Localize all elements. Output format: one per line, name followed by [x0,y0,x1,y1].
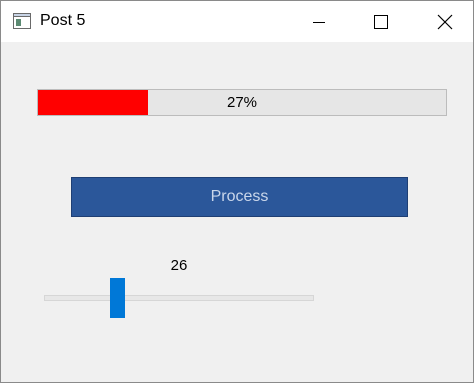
close-icon [437,14,453,30]
slider-thumb[interactable] [110,278,125,318]
slider-track[interactable] [44,295,314,301]
window-title: Post 5 [40,12,86,29]
close-button[interactable] [422,1,468,42]
title-bar[interactable]: Post 5 [1,1,473,42]
maximize-icon [374,15,388,29]
process-button[interactable]: Process [71,177,408,217]
minimize-icon [313,22,325,23]
app-window: Post 5 27% Process 26 [0,0,474,383]
progress-bar: 27% [37,89,447,116]
app-window-icon [13,13,31,29]
slider-value-label: 26 [170,257,188,274]
progress-text: 27% [226,94,258,111]
value-slider[interactable] [44,278,314,318]
maximize-button[interactable] [358,1,404,42]
minimize-button[interactable] [296,1,342,42]
